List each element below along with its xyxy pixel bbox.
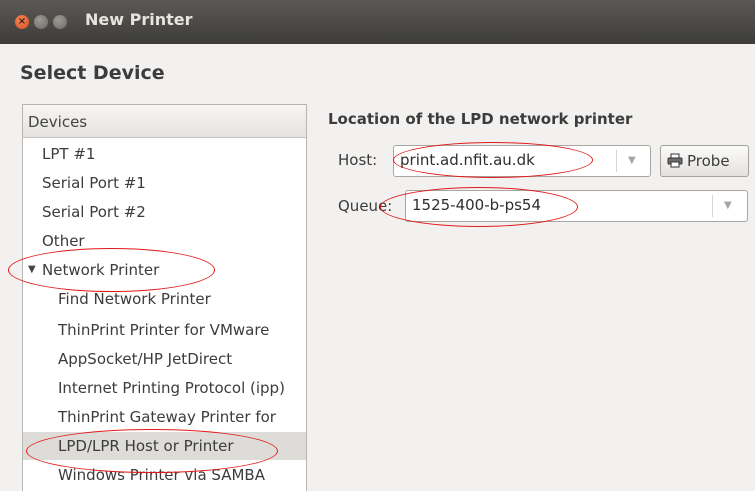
device-list-header[interactable]: Devices [23,105,306,138]
dropdown-arrow-icon[interactable]: ▼ [724,200,732,211]
combo-separator [712,195,713,217]
device-item-thinprint-vmware[interactable]: ThinPrint Printer for VMware [23,316,306,344]
probe-label: Probe [687,152,730,170]
printer-icon [667,153,683,168]
device-item-lpt1[interactable]: LPT #1 [23,140,306,168]
minimize-icon[interactable] [34,15,48,29]
window-title: New Printer [85,10,193,29]
title-bar: × New Printer [0,0,755,44]
annotation-ellipse-lpd [26,429,278,473]
host-label: Host: [338,151,378,169]
annotation-ellipse-network-printer [8,248,215,292]
annotation-ellipse-host [393,142,593,178]
page-title: Select Device [20,62,165,84]
device-item-appsocket[interactable]: AppSocket/HP JetDirect [23,345,306,373]
annotation-ellipse-queue [380,187,578,227]
device-item-ipp[interactable]: Internet Printing Protocol (ipp) [23,374,306,402]
close-icon[interactable]: × [15,15,29,29]
location-title: Location of the LPD network printer [328,110,633,128]
maximize-icon[interactable] [53,15,67,29]
combo-separator [616,150,617,172]
probe-button[interactable]: Probe [660,145,749,177]
device-item-thinprint-gateway[interactable]: ThinPrint Gateway Printer for [23,403,306,431]
device-item-serial2[interactable]: Serial Port #2 [23,198,306,226]
device-item-serial1[interactable]: Serial Port #1 [23,169,306,197]
dropdown-arrow-icon[interactable]: ▼ [628,155,636,166]
